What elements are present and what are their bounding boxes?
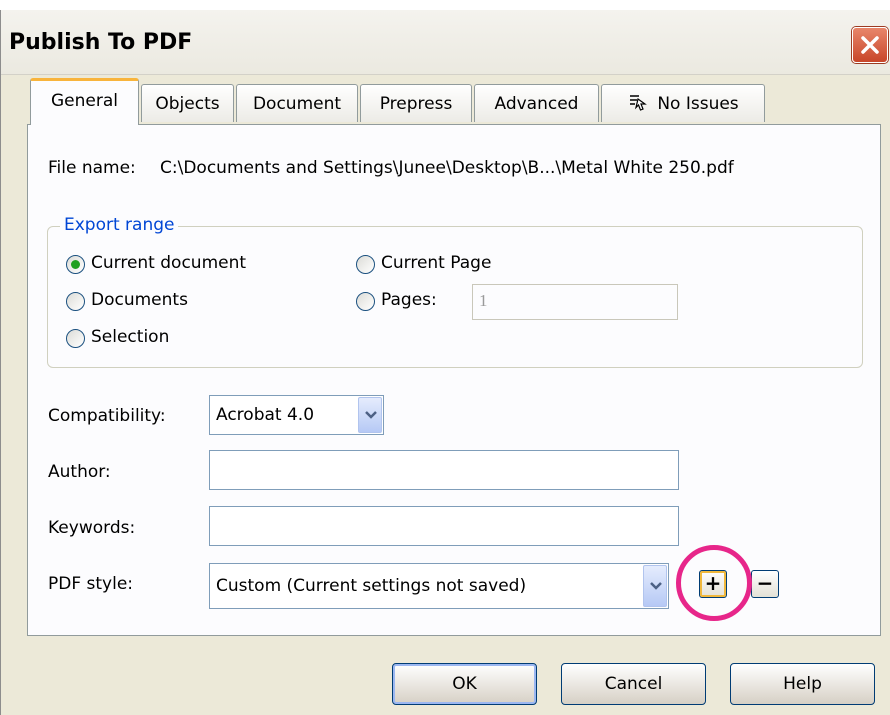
tab-label: No Issues xyxy=(657,94,739,114)
tab-label: General xyxy=(51,91,118,111)
tab-prepress[interactable]: Prepress xyxy=(360,84,472,122)
author-input[interactable] xyxy=(209,450,679,490)
author-label: Author: xyxy=(48,462,111,482)
window-title: Publish To PDF xyxy=(9,30,193,55)
keywords-label: Keywords: xyxy=(48,518,136,538)
help-label: Help xyxy=(783,674,822,694)
pdf-style-select[interactable]: Custom (Current settings not saved) xyxy=(209,563,669,609)
compatibility-label: Compatibility: xyxy=(48,406,166,426)
keywords-input[interactable] xyxy=(209,506,679,546)
cancel-label: Cancel xyxy=(604,674,663,694)
pages-radio[interactable] xyxy=(356,292,375,311)
tab-no-issues[interactable]: No Issues xyxy=(601,84,765,122)
file-name-value: C:\Documents and Settings\Junee\Desktop\… xyxy=(160,158,734,178)
tab-general[interactable]: General xyxy=(30,78,139,125)
tab-label: Advanced xyxy=(494,94,579,114)
current-document-label: Current document xyxy=(91,253,247,273)
tab-label: Prepress xyxy=(379,94,453,114)
tab-label: Objects xyxy=(155,94,220,114)
general-tab-panel xyxy=(27,124,881,636)
tab-label: Document xyxy=(252,94,342,114)
help-button[interactable]: Help xyxy=(730,663,875,705)
chevron-down-icon xyxy=(365,411,377,419)
cancel-button[interactable]: Cancel xyxy=(561,663,706,705)
selection-label: Selection xyxy=(91,327,170,347)
tab-advanced[interactable]: Advanced xyxy=(474,84,599,122)
documents-label: Documents xyxy=(91,290,188,310)
file-name-label: File name: xyxy=(48,158,136,178)
current-page-label: Current Page xyxy=(381,253,492,273)
pdf-style-dropdown-button[interactable] xyxy=(643,565,667,607)
compatibility-dropdown-button[interactable] xyxy=(358,397,382,433)
remove-icon: − xyxy=(756,571,774,595)
compatibility-value: Acrobat 4.0 xyxy=(216,405,315,425)
ok-button[interactable]: OK xyxy=(392,663,537,705)
close-button[interactable] xyxy=(852,27,888,63)
annotation-highlight-circle xyxy=(676,545,752,621)
pdf-style-value: Custom (Current settings not saved) xyxy=(216,576,527,596)
pages-label: Pages: xyxy=(381,290,437,310)
pages-input[interactable]: 1 xyxy=(472,284,678,320)
title-bar: Publish To PDF xyxy=(1,10,890,75)
compatibility-select[interactable]: Acrobat 4.0 xyxy=(209,395,384,435)
selection-radio[interactable] xyxy=(66,329,85,348)
remove-pdf-style-button[interactable]: − xyxy=(751,570,779,598)
pages-value: 1 xyxy=(479,291,488,310)
current-document-radio[interactable] xyxy=(66,255,85,274)
ok-label: OK xyxy=(452,674,477,694)
documents-radio[interactable] xyxy=(66,292,85,311)
pdf-style-label: PDF style: xyxy=(48,574,134,594)
tab-document[interactable]: Document xyxy=(236,84,358,122)
export-range-legend: Export range xyxy=(60,215,179,235)
current-page-radio[interactable] xyxy=(356,255,375,274)
issues-icon xyxy=(630,95,648,111)
tab-objects[interactable]: Objects xyxy=(141,84,234,122)
close-icon xyxy=(861,36,879,54)
chevron-down-icon xyxy=(650,582,662,590)
